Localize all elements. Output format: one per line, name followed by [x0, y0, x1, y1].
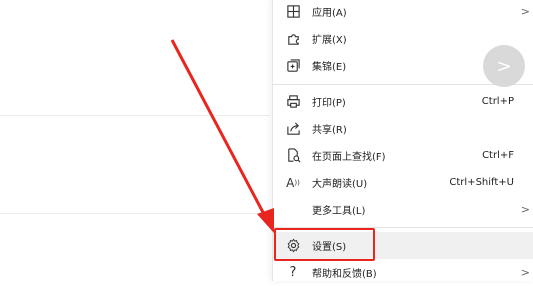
menu-item-read-aloud[interactable]: A)) 大声朗读(U) Ctrl+Shift+U [273, 169, 533, 196]
settings-more-menu: 应用(A) > 扩展(X) 集锦(E) 打印(P) Ctrl+P 共享(R) 在… [272, 0, 533, 281]
menu-item-settings[interactable]: 设置(S) [273, 232, 533, 259]
chevron-right-icon: > [520, 203, 530, 216]
share-icon [285, 121, 301, 137]
chevron-right-icon: > [496, 55, 512, 77]
printer-icon [285, 94, 301, 110]
menu-item-more-tools[interactable]: 更多工具(L) > [273, 196, 533, 223]
menu-item-shortcut: Ctrl+P [481, 96, 514, 107]
gear-icon [285, 238, 301, 254]
menu-item-print[interactable]: 打印(P) Ctrl+P [273, 88, 533, 115]
menu-item-label: 集锦(E) [312, 62, 347, 73]
chevron-right-icon: > [520, 5, 530, 18]
menu-item-label: 帮助和反馈(B) [312, 269, 377, 280]
menu-item-label: 扩展(X) [312, 35, 347, 46]
menu-item-label: 应用(A) [312, 8, 347, 19]
read-aloud-icon: A)) [286, 175, 300, 190]
menu-separator [273, 227, 533, 228]
chevron-right-icon: > [520, 266, 530, 279]
apps-icon [285, 4, 301, 20]
page-divider [0, 115, 270, 116]
menu-item-label: 更多工具(L) [312, 206, 366, 217]
menu-item-label: 共享(R) [312, 125, 347, 136]
collections-icon [285, 58, 301, 74]
menu-item-label: 设置(S) [312, 242, 347, 253]
menu-item-apps[interactable]: 应用(A) > [273, 0, 533, 25]
menu-item-label: 打印(P) [312, 98, 346, 109]
find-on-page-icon [285, 148, 301, 164]
menu-item-find-on-page[interactable]: 在页面上查找(F) Ctrl+F [273, 142, 533, 169]
menu-item-share[interactable]: 共享(R) [273, 115, 533, 142]
puzzle-extension-icon [285, 31, 301, 47]
forward-nav-button[interactable]: > [483, 45, 525, 87]
menu-item-shortcut: Ctrl+Shift+U [449, 177, 514, 188]
menu-item-label: 大声朗读(U) [312, 179, 368, 190]
menu-item-help-feedback[interactable]: ? 帮助和反馈(B) > [273, 259, 533, 286]
question-icon: ? [289, 265, 297, 280]
page-divider [0, 213, 270, 214]
menu-item-shortcut: Ctrl+F [482, 150, 514, 161]
menu-item-label: 在页面上查找(F) [312, 152, 386, 163]
